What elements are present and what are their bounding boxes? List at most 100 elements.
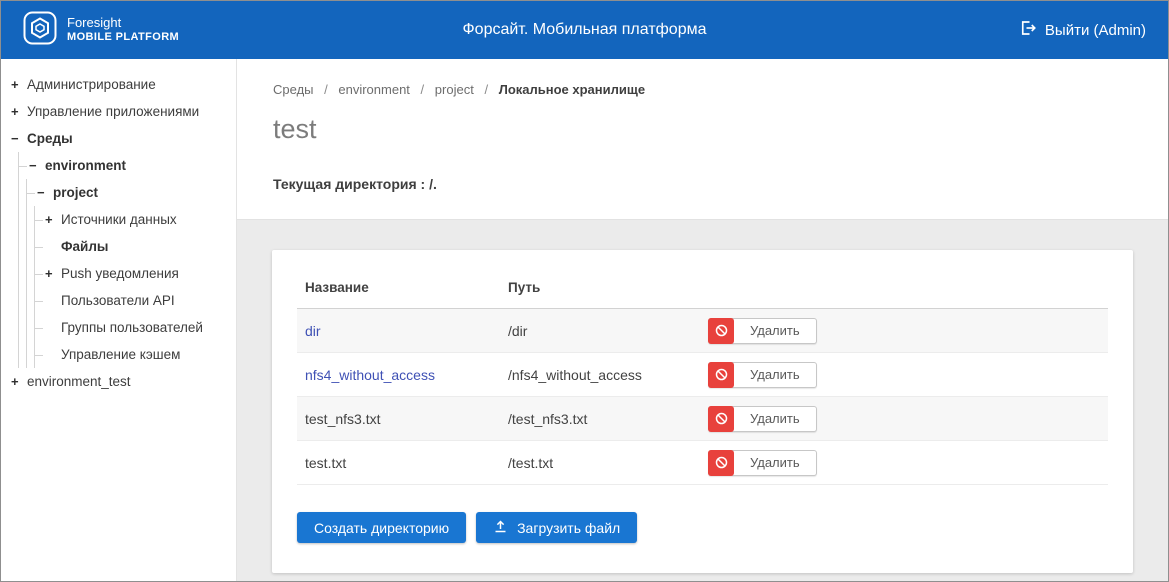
file-path: /dir: [508, 323, 708, 339]
breadcrumb-item-project[interactable]: project: [435, 82, 474, 97]
tree-node-files: Файлы: [35, 233, 232, 260]
upload-file-label: Загрузить файл: [517, 520, 620, 536]
foresight-logo-icon: [23, 11, 57, 50]
tree-node-user-groups: Группы пользователей: [35, 314, 232, 341]
create-directory-button[interactable]: Создать директорию: [297, 512, 466, 543]
upload-file-button[interactable]: Загрузить файл: [476, 512, 637, 543]
tree-node-administration: + Администрирование: [11, 71, 232, 98]
navigation-sidebar: + Администрирование + Управление приложе…: [1, 59, 237, 581]
tree-node-environment-test: + environment_test: [11, 368, 232, 395]
main-content: Среды / environment / project / Локально…: [237, 59, 1168, 581]
prohibition-icon: [708, 362, 734, 388]
brand-title: Foresight: [67, 16, 179, 31]
breadcrumb-item-environment[interactable]: environment: [338, 82, 410, 97]
tree-node-api-users: Пользователи API: [35, 287, 232, 314]
column-header-path: Путь: [508, 280, 708, 295]
sidebar-item-app-management[interactable]: + Управление приложениями: [11, 98, 232, 125]
prohibition-icon: [708, 406, 734, 432]
brand-block: Foresight MOBILE PLATFORM: [23, 11, 323, 50]
sidebar-item-datasources[interactable]: + Источники данных: [35, 206, 232, 233]
breadcrumb-separator: /: [484, 82, 488, 97]
sidebar-item-files[interactable]: Файлы: [35, 233, 232, 260]
sidebar-item-label: environment: [45, 158, 126, 173]
file-link[interactable]: dir: [305, 323, 321, 339]
card-actions: Создать директорию Загрузить файл: [297, 512, 1108, 543]
table-row: test_nfs3.txt /test_nfs3.txt Удалить: [297, 397, 1108, 441]
brand-subtitle: MOBILE PLATFORM: [67, 31, 179, 44]
collapse-icon[interactable]: −: [29, 159, 45, 172]
delete-button[interactable]: Удалить: [708, 318, 817, 344]
file-name: test.txt: [305, 455, 346, 471]
prohibition-icon: [708, 318, 734, 344]
expand-icon[interactable]: +: [45, 267, 61, 280]
sidebar-item-cache-management[interactable]: Управление кэшем: [35, 341, 232, 368]
nav-tree: + Администрирование + Управление приложе…: [11, 71, 232, 395]
page-header-panel: Среды / environment / project / Локально…: [237, 59, 1168, 220]
sidebar-item-api-users[interactable]: Пользователи API: [35, 287, 232, 314]
sidebar-item-label: Пользователи API: [61, 293, 175, 308]
expand-icon[interactable]: +: [11, 375, 27, 388]
header-actions: Выйти (Admin): [846, 19, 1146, 41]
app-window: Foresight MOBILE PLATFORM Форсайт. Мобил…: [0, 0, 1169, 582]
tree-node-datasources: + Источники данных: [35, 206, 232, 233]
delete-button[interactable]: Удалить: [708, 362, 817, 388]
delete-button-label: Удалить: [734, 411, 816, 426]
column-header-name: Название: [305, 280, 508, 295]
delete-button[interactable]: Удалить: [708, 450, 817, 476]
table-row: nfs4_without_access /nfs4_without_access…: [297, 353, 1108, 397]
expand-icon[interactable]: +: [11, 105, 27, 118]
sidebar-item-label: Источники данных: [61, 212, 177, 227]
collapse-icon[interactable]: −: [11, 132, 27, 145]
sidebar-item-push-notifications[interactable]: + Push уведомления: [35, 260, 232, 287]
expand-icon[interactable]: +: [11, 78, 27, 91]
breadcrumb: Среды / environment / project / Локально…: [273, 82, 1132, 97]
logout-button[interactable]: Выйти (Admin): [1019, 19, 1146, 41]
table-row: test.txt /test.txt Удалить: [297, 441, 1108, 485]
sidebar-item-environment[interactable]: − environment: [19, 152, 232, 179]
top-header: Foresight MOBILE PLATFORM Форсайт. Мобил…: [1, 1, 1168, 59]
file-path: /test_nfs3.txt: [508, 411, 708, 427]
breadcrumb-separator: /: [421, 82, 425, 97]
tree-node-project: − project + Источники данных: [27, 179, 232, 368]
prohibition-icon: [708, 450, 734, 476]
breadcrumb-separator: /: [324, 82, 328, 97]
sidebar-item-label: project: [53, 185, 98, 200]
sidebar-item-environment-test[interactable]: + environment_test: [11, 368, 232, 395]
table-row: dir /dir Удалить: [297, 309, 1108, 353]
sidebar-item-project[interactable]: − project: [27, 179, 232, 206]
sidebar-item-administration[interactable]: + Администрирование: [11, 71, 232, 98]
expand-icon[interactable]: +: [45, 213, 61, 226]
table-header: Название Путь: [297, 270, 1108, 309]
table-body: dir /dir Удалить nfs4_withou: [297, 309, 1108, 485]
upload-icon: [493, 519, 508, 537]
delete-button-label: Удалить: [734, 323, 816, 338]
sidebar-item-label: environment_test: [27, 374, 131, 389]
sidebar-item-label: Управление приложениями: [27, 104, 199, 119]
app-title: Форсайт. Мобильная платформа: [323, 21, 846, 39]
file-name: test_nfs3.txt: [305, 411, 380, 427]
current-directory-label: Текущая директория : /.: [273, 176, 1132, 192]
sidebar-item-label: Группы пользователей: [61, 320, 203, 335]
file-path: /nfs4_without_access: [508, 367, 708, 383]
brand-text: Foresight MOBILE PLATFORM: [67, 16, 179, 44]
delete-button[interactable]: Удалить: [708, 406, 817, 432]
sidebar-item-label: Файлы: [61, 239, 108, 254]
delete-button-label: Удалить: [734, 367, 816, 382]
file-path: /test.txt: [508, 455, 708, 471]
tree-node-cache: Управление кэшем: [35, 341, 232, 368]
page-title: test: [273, 114, 1132, 145]
sidebar-item-label: Среды: [27, 131, 73, 146]
sidebar-item-user-groups[interactable]: Группы пользователей: [35, 314, 232, 341]
logout-label: Выйти (Admin): [1045, 22, 1146, 39]
sidebar-item-label: Администрирование: [27, 77, 156, 92]
sidebar-item-environments[interactable]: − Среды: [11, 125, 232, 152]
tree-node-push: + Push уведомления: [35, 260, 232, 287]
logout-icon: [1019, 19, 1037, 41]
file-link[interactable]: nfs4_without_access: [305, 367, 435, 383]
breadcrumb-item-environments[interactable]: Среды: [273, 82, 314, 97]
sidebar-item-label: Push уведомления: [61, 266, 179, 281]
breadcrumb-current-local-storage: Локальное хранилище: [499, 82, 645, 97]
file-table-card: Название Путь dir /dir Удалить: [272, 250, 1133, 573]
tree-node-environment: − environment − project: [19, 152, 232, 368]
collapse-icon[interactable]: −: [37, 186, 53, 199]
